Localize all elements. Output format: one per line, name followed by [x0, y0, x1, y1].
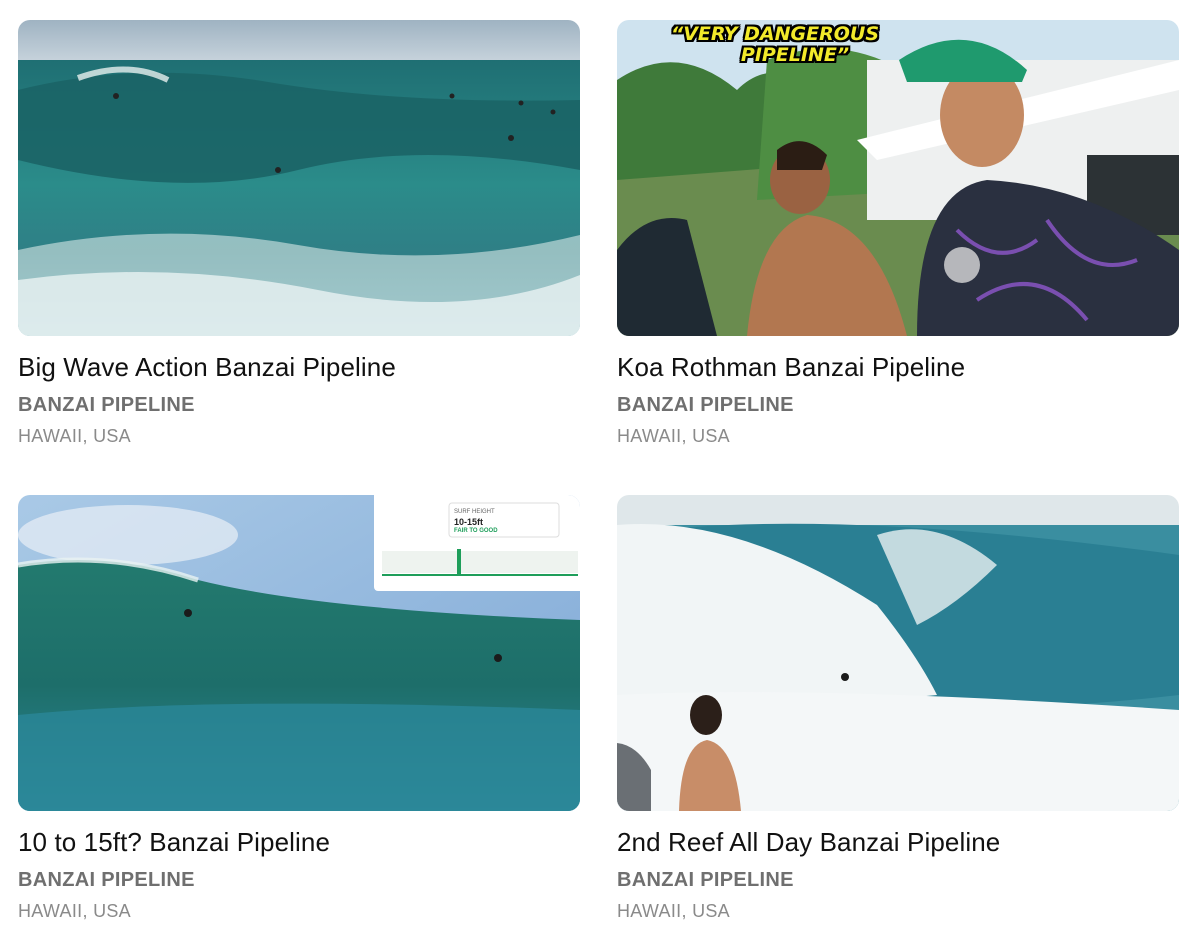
video-title[interactable]: 10 to 15ft? Banzai Pipeline	[18, 825, 580, 859]
crashing-wave-thumbnail	[617, 495, 1179, 811]
surfers-portrait-thumbnail	[617, 20, 1179, 336]
forecast-height: 10-15ft	[454, 517, 484, 527]
region-name: HAWAII, USA	[18, 426, 131, 446]
video-card[interactable]: SURF HEIGHT 10-15ft FAIR TO GOOD 10 to 1…	[18, 495, 580, 923]
thumbnail-caption: “VERY DANGEROUS PIPELINE”	[625, 24, 925, 66]
video-thumbnail[interactable]: “VERY DANGEROUS PIPELINE”	[617, 20, 1179, 336]
region-name: HAWAII, USA	[617, 426, 730, 446]
spot-name[interactable]: BANZAI PIPELINE	[617, 867, 1179, 893]
video-thumbnail[interactable]	[617, 495, 1179, 811]
forecast-rating: FAIR TO GOOD	[454, 528, 498, 534]
video-title[interactable]: Big Wave Action Banzai Pipeline	[18, 350, 580, 384]
region-name: HAWAII, USA	[617, 901, 730, 921]
video-thumbnail[interactable]	[18, 20, 580, 336]
video-card[interactable]: “VERY DANGEROUS PIPELINE” Koa Rothman Ba…	[617, 20, 1179, 448]
caption-line: PIPELINE”	[740, 44, 850, 66]
video-title[interactable]: Koa Rothman Banzai Pipeline	[617, 350, 1179, 384]
forecast-overlay: SURF HEIGHT 10-15ft FAIR TO GOOD	[374, 495, 580, 591]
region-name: HAWAII, USA	[18, 901, 131, 921]
forecast-label: SURF HEIGHT	[454, 509, 495, 515]
video-card[interactable]: Big Wave Action Banzai Pipeline BANZAI P…	[18, 20, 580, 448]
spot-name[interactable]: BANZAI PIPELINE	[617, 392, 1179, 418]
video-thumbnail[interactable]: SURF HEIGHT 10-15ft FAIR TO GOOD	[18, 495, 580, 811]
video-grid: Big Wave Action Banzai Pipeline BANZAI P…	[0, 0, 1200, 942]
spot-name[interactable]: BANZAI PIPELINE	[18, 392, 580, 418]
spot-name[interactable]: BANZAI PIPELINE	[18, 867, 580, 893]
ocean-wave-thumbnail	[18, 20, 580, 336]
caption-line: “VERY DANGEROUS	[670, 23, 880, 45]
video-card[interactable]: 2nd Reef All Day Banzai Pipeline BANZAI …	[617, 495, 1179, 923]
video-title[interactable]: 2nd Reef All Day Banzai Pipeline	[617, 825, 1179, 859]
